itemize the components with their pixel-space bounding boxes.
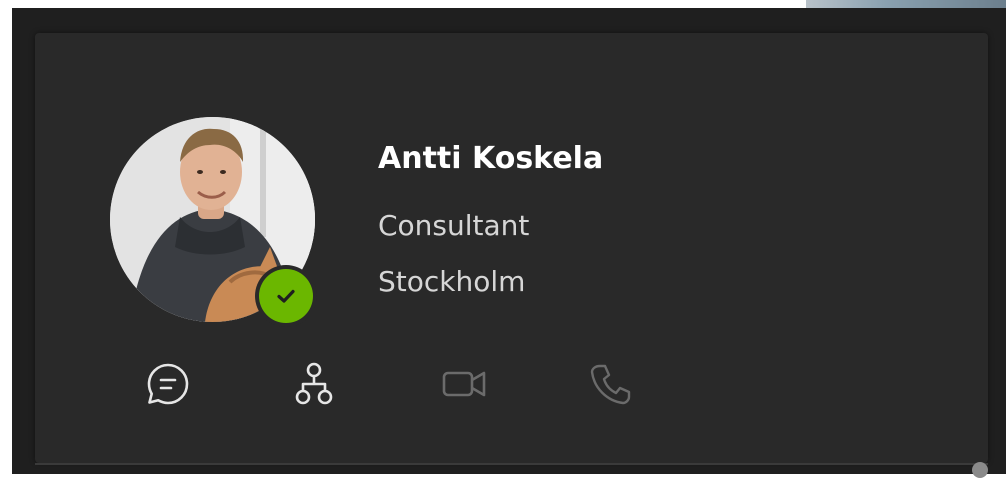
background-photo-edge (806, 0, 1006, 8)
scrollbar-thumb[interactable] (972, 462, 988, 478)
phone-call-icon (590, 364, 631, 405)
org-chart-icon (295, 362, 333, 405)
chat-button[interactable] (140, 356, 196, 412)
card-divider (35, 463, 988, 465)
chat-icon (147, 363, 189, 405)
org-chart-button[interactable] (286, 356, 342, 412)
checkmark-icon (277, 289, 295, 303)
video-call-icon (442, 371, 486, 397)
profile-job-title: Consultant (378, 209, 530, 242)
video-call-button[interactable] (436, 356, 492, 412)
presence-badge (255, 265, 317, 327)
profile-name: Antti Koskela (378, 141, 604, 176)
profile-location: Stockholm (378, 265, 526, 298)
presence-available-indicator (259, 269, 313, 323)
phone-call-button[interactable] (582, 356, 638, 412)
